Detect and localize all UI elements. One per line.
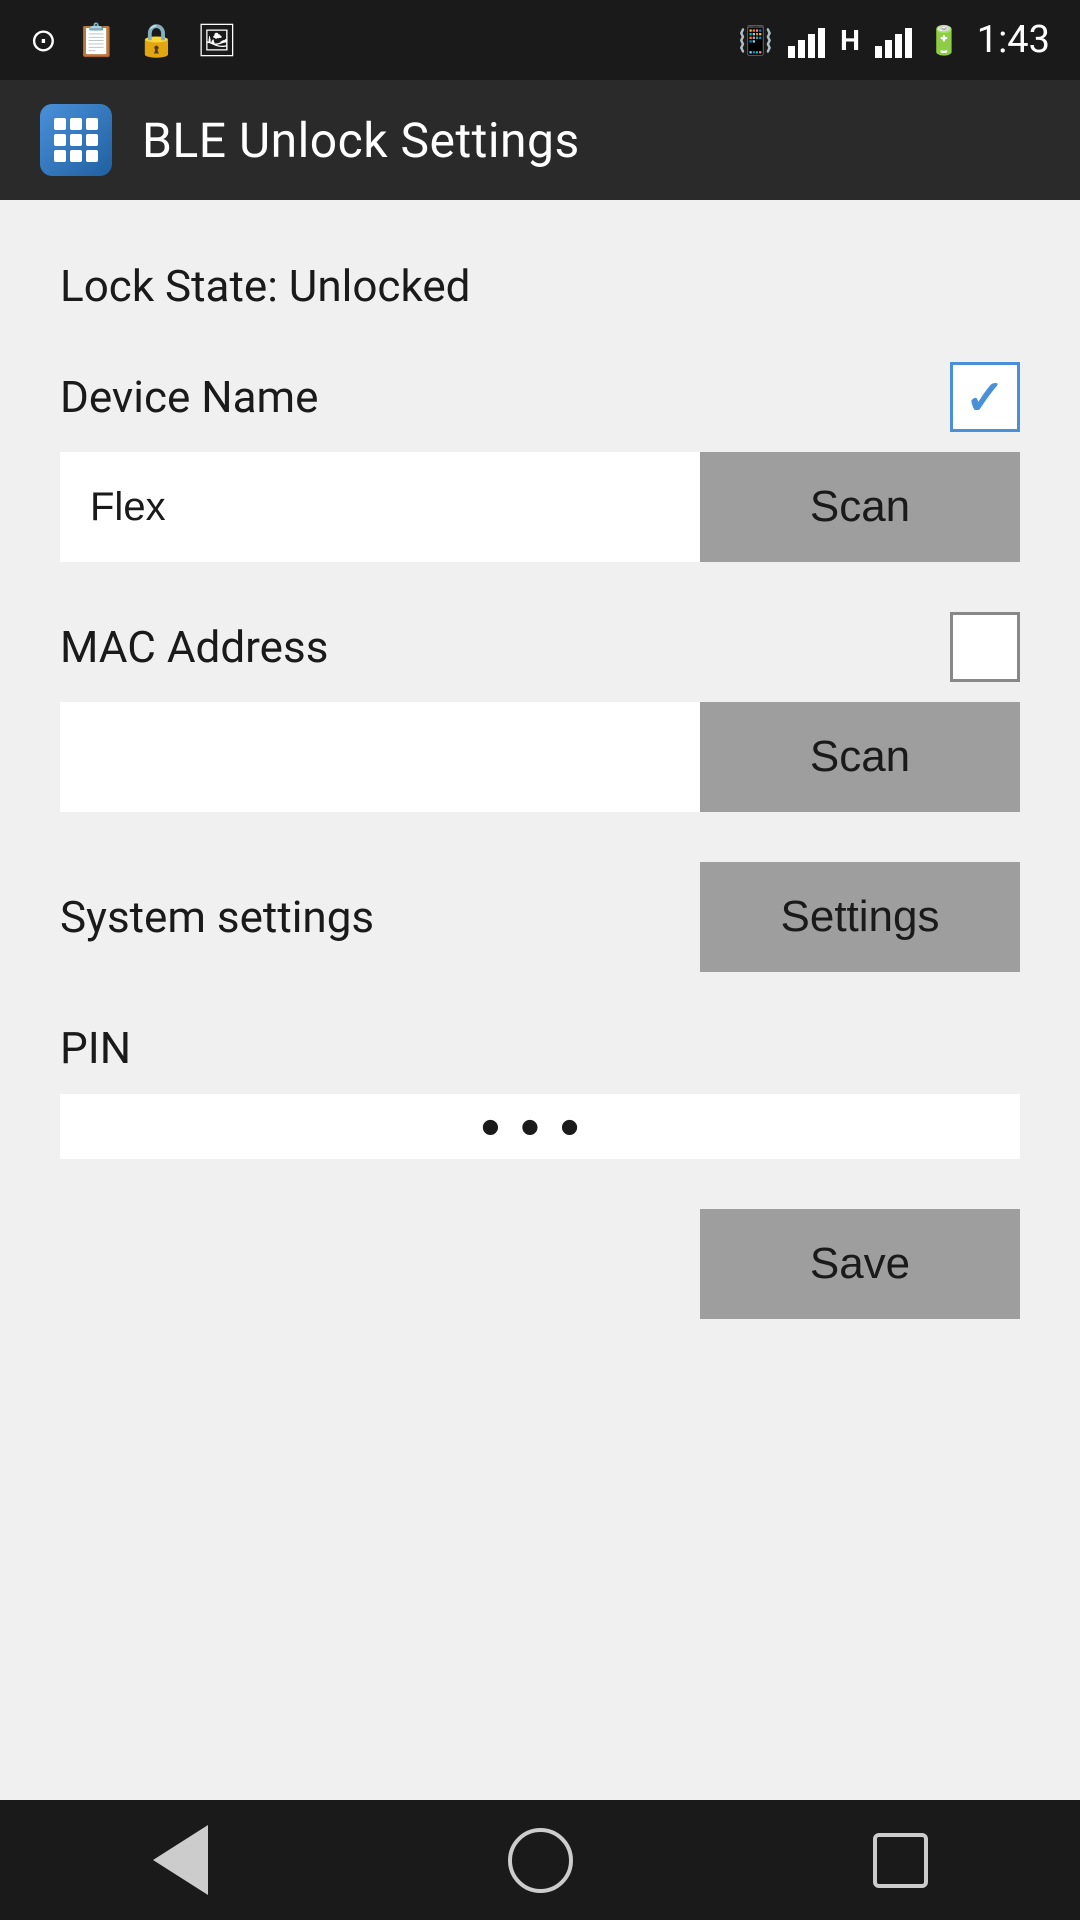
mac-address-input-row: Scan — [60, 702, 1020, 812]
device-name-input-row: Scan — [60, 452, 1020, 562]
recents-button[interactable] — [860, 1820, 940, 1900]
network-type-icon: H — [840, 24, 860, 57]
home-button[interactable] — [500, 1820, 580, 1900]
page-title: BLE Unlock Settings — [142, 112, 580, 169]
device-name-input[interactable] — [60, 452, 700, 562]
status-time: 1:43 — [977, 18, 1050, 62]
lock-state-text: Lock State: Unlocked — [60, 260, 1020, 312]
mac-address-checkbox[interactable] — [950, 612, 1020, 682]
app-bar: BLE Unlock Settings — [0, 80, 1080, 200]
network-signal-icon — [875, 22, 912, 58]
device-name-label: Device Name — [60, 371, 318, 423]
system-settings-row: System settings Settings — [60, 862, 1020, 972]
system-settings-label: System settings — [60, 891, 374, 943]
status-bar-left: ⊙ 📋 🔒 🖼 — [30, 21, 237, 59]
recents-icon — [873, 1833, 928, 1888]
mac-address-input[interactable] — [60, 702, 700, 812]
status-bar-right: 📳 H 🔋 1:43 — [738, 18, 1050, 62]
battery-icon: 🔋 — [927, 24, 962, 57]
pin-input[interactable] — [60, 1094, 1020, 1159]
device-name-scan-button[interactable]: Scan — [700, 452, 1020, 562]
mac-address-scan-button[interactable]: Scan — [700, 702, 1020, 812]
save-row: Save — [60, 1209, 1020, 1319]
device-name-header: Device Name — [60, 362, 1020, 432]
sync-icon: ⊙ — [30, 21, 57, 59]
status-bar: ⊙ 📋 🔒 🖼 📳 H 🔋 1:43 — [0, 0, 1080, 80]
mac-address-section: MAC Address Scan — [60, 612, 1020, 812]
bottom-nav — [0, 1800, 1080, 1920]
mac-address-header: MAC Address — [60, 612, 1020, 682]
back-button[interactable] — [140, 1820, 220, 1900]
pin-section: PIN — [60, 1022, 1020, 1159]
back-icon — [153, 1825, 208, 1895]
app-icon — [40, 104, 112, 176]
mac-address-label: MAC Address — [60, 621, 328, 673]
main-content: Lock State: Unlocked Device Name Scan MA… — [0, 200, 1080, 1359]
device-name-checkbox[interactable] — [950, 362, 1020, 432]
signal-icon — [788, 22, 825, 58]
device-name-section: Device Name Scan — [60, 362, 1020, 562]
clipboard-icon: 📋 — [77, 21, 117, 59]
lock-icon: 🔒 — [137, 21, 177, 59]
image-icon: 🖼 — [197, 21, 238, 59]
save-button[interactable]: Save — [700, 1209, 1020, 1319]
home-icon — [508, 1828, 573, 1893]
pin-label: PIN — [60, 1022, 1020, 1074]
vibrate-icon: 📳 — [738, 24, 773, 57]
system-settings-button[interactable]: Settings — [700, 862, 1020, 972]
